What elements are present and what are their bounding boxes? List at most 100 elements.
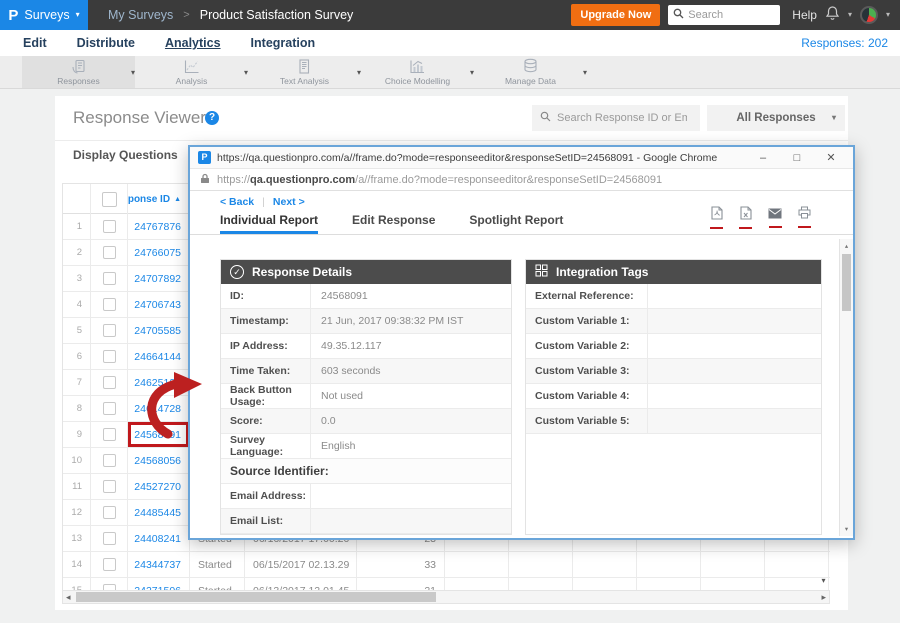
response-id-link[interactable]: 24408241 [128,526,190,551]
global-search-box[interactable] [668,5,780,25]
responses-filter-dropdown[interactable]: All Responses ▾ [707,105,845,131]
chevron-down-icon[interactable]: ▾ [583,68,587,77]
scrollbar-thumb[interactable] [842,254,851,311]
row-checkbox[interactable] [103,558,116,571]
nav-item[interactable]: Analytics [150,36,236,50]
popup-tab[interactable]: Edit Response [352,213,435,234]
detail-row: Custom Variable 2: [526,334,821,359]
detail-row: Source Identifier: [221,459,511,484]
response-id-link[interactable]: 24707892 [128,266,190,291]
scroll-down-icon[interactable]: ▾ [840,525,853,533]
responses-icon [70,59,88,75]
printer-icon [798,206,811,224]
analysis-icon [183,59,201,75]
toolbar-group[interactable]: Text Analysis ▾ [248,56,361,88]
check-circle-icon: ✓ [230,265,244,279]
timestamp-cell: 06/13/2017 12.01.45 [245,578,357,590]
row-number: 9 [63,422,91,447]
top-navbar: P Surveys ▾ My Surveys > Product Satisfa… [0,0,900,30]
help-icon[interactable]: ? [205,111,219,125]
popup-tab[interactable]: Individual Report [220,213,318,234]
row-checkbox[interactable] [103,428,116,441]
toolbar-group[interactable]: Responses ▾ [22,56,135,88]
upgrade-now-button[interactable]: Upgrade Now [571,4,660,26]
response-search-input[interactable] [557,112,687,124]
response-id-link[interactable]: 24706743 [128,292,190,317]
response-id-link[interactable]: 24664144 [128,344,190,369]
chevron-down-icon[interactable]: ▾ [848,11,852,19]
app-logo-menu[interactable]: P Surveys ▾ [0,0,88,30]
scroll-up-icon[interactable]: ▴ [840,242,853,250]
chrome-popup-window: P https://qa.questionpro.com/a//frame.do… [188,145,855,540]
scroll-right-icon[interactable]: ▸ [821,591,826,603]
row-checkbox[interactable] [103,246,116,259]
row-number: 8 [63,396,91,421]
minimize-button[interactable]: – [749,152,777,164]
response-id-link[interactable]: 24625131 [128,370,190,395]
export-pdf-button[interactable] [710,206,723,229]
response-id-link[interactable]: 24767876 [128,214,190,239]
user-avatar[interactable] [860,6,878,24]
detail-row: Timestamp: 21 Jun, 2017 09:38:32 PM IST [221,309,511,334]
help-link[interactable]: Help [792,8,817,22]
table-row[interactable]: 14 24344737 Started 06/15/2017 02.13.29 … [63,552,830,578]
nav-item[interactable]: Integration [236,36,331,50]
table-scroll-down-icon[interactable]: ▾ [817,574,830,587]
response-id-link[interactable]: 24568056 [128,448,190,473]
response-id-link[interactable]: 24568091 [128,422,190,447]
toolbar-group[interactable]: Choice Modelling ▾ [361,56,474,88]
breadcrumb-my-surveys[interactable]: My Surveys [108,8,173,22]
row-checkbox[interactable] [103,454,116,467]
row-checkbox[interactable] [103,402,116,415]
row-checkbox[interactable] [103,324,116,337]
excel-icon [740,206,752,225]
response-search-box[interactable] [532,105,700,131]
row-checkbox[interactable] [103,272,116,285]
response-id-link[interactable]: 24766075 [128,240,190,265]
export-excel-button[interactable] [739,206,752,229]
row-checkbox[interactable] [103,376,116,389]
close-button[interactable]: ✕ [817,151,845,164]
back-link[interactable]: < Back [220,196,254,208]
popup-vertical-scrollbar[interactable]: ▴ ▾ [839,239,853,536]
toolbar-group[interactable]: Manage Data ▾ [474,56,587,88]
panel-title: Integration Tags [556,265,648,279]
email-button[interactable] [768,206,782,229]
table-horizontal-scrollbar[interactable]: ◂ ▸ [62,590,830,604]
table-header-cell[interactable]: Response ID ▲ [128,184,190,214]
scroll-left-icon[interactable]: ◂ [66,591,71,603]
address-bar[interactable]: https://qa.questionpro.com/a//frame.do?m… [190,169,853,191]
next-link[interactable]: Next > [273,196,305,208]
integration-tags-rows: External Reference: Custom Variable 1: C… [526,284,821,434]
integration-tags-icon [535,264,548,280]
global-search-input[interactable] [688,9,770,21]
print-button[interactable] [798,206,811,229]
table-header-cell[interactable]: ▲ [63,184,91,214]
popup-tab[interactable]: Spotlight Report [469,213,563,234]
response-id-link[interactable]: 24485445 [128,500,190,525]
row-checkbox[interactable] [103,350,116,363]
row-checkbox[interactable] [103,532,116,545]
detail-row: Custom Variable 3: [526,359,821,384]
red-underline [769,226,782,228]
response-id-link[interactable]: 24271506 [128,578,190,590]
response-id-link[interactable]: 24527270 [128,474,190,499]
row-checkbox[interactable] [103,298,116,311]
toolbar-group[interactable]: Analysis ▾ [135,56,248,88]
row-checkbox[interactable] [103,506,116,519]
row-checkbox[interactable] [103,480,116,493]
row-checkbox[interactable] [103,220,116,233]
response-id-link[interactable]: 24614728 [128,396,190,421]
window-titlebar[interactable]: P https://qa.questionpro.com/a//frame.do… [190,147,853,169]
scrollbar-thumb[interactable] [76,592,436,602]
notifications-bell-icon[interactable] [825,5,840,26]
response-id-link[interactable]: 24705585 [128,318,190,343]
response-id-link[interactable]: 24344737 [128,552,190,577]
table-header-cell[interactable]: ▲ [91,184,128,214]
nav-item[interactable]: Distribute [62,36,150,50]
divider [55,140,848,141]
nav-item[interactable]: Edit [8,36,62,50]
table-row[interactable]: 15 24271506 Started 06/13/2017 12.01.45 … [63,578,830,590]
maximize-button[interactable]: □ [783,152,811,164]
chevron-down-icon[interactable]: ▾ [886,11,890,19]
